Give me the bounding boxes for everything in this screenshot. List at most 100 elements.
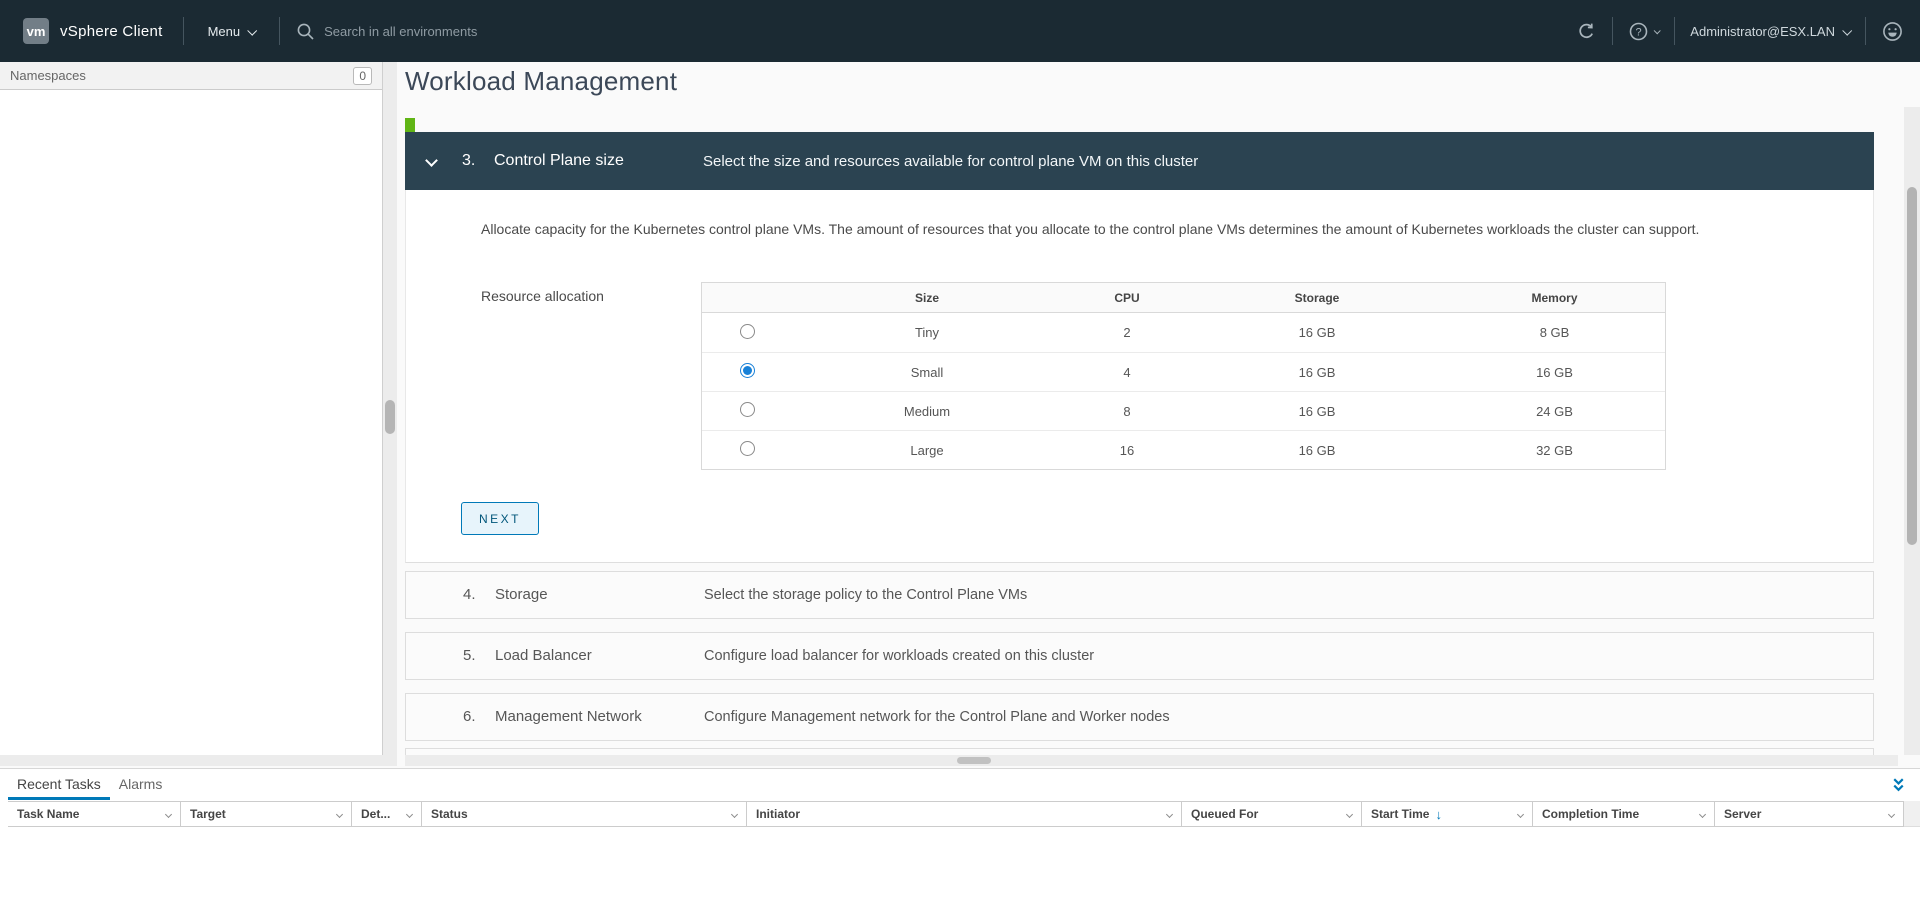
main-hscrollbar-track[interactable] — [405, 755, 1898, 766]
vmware-logo[interactable]: vm — [23, 18, 49, 44]
search-input[interactable] — [324, 23, 605, 39]
collapse-chevron-icon[interactable] — [425, 154, 438, 167]
cell-storage: 16 GB — [1298, 403, 1336, 419]
sidebar-scrollbar-thumb[interactable] — [385, 400, 395, 434]
page-title: Workload Management — [405, 66, 678, 96]
cell-size: Medium — [903, 403, 951, 419]
step-number: 6. — [463, 708, 476, 725]
column-initiator[interactable]: Initiator — [747, 802, 1182, 826]
next-button[interactable]: NEXT — [461, 502, 540, 535]
account-name: Administrator@ESX.LAN — [1690, 23, 1835, 39]
menu-button[interactable]: Menu — [207, 23, 258, 39]
search-icon — [297, 23, 314, 40]
column-label: Completion Time — [1542, 807, 1640, 821]
column-completion-time[interactable]: Completion Time — [1533, 802, 1715, 826]
column-label: Start Time — [1371, 807, 1430, 821]
sidebar-hscrollbar-track[interactable] — [0, 755, 383, 766]
main-hscrollbar-thumb[interactable] — [957, 757, 991, 764]
column-menu-caret-icon[interactable] — [1887, 810, 1896, 818]
radio-cell — [702, 402, 792, 420]
nav-right-group: ? Administrator@ESX.LAN — [1576, 17, 1920, 45]
cell-memory: 8 GB — [1539, 325, 1570, 340]
tasks-tabs: Recent Tasks Alarms — [0, 769, 1920, 800]
namespaces-sidebar: Namespaces 0 — [0, 62, 383, 755]
svg-text:?: ? — [1636, 26, 1642, 38]
column-menu-caret-icon[interactable] — [1165, 810, 1174, 818]
column-status[interactable]: Status — [422, 802, 747, 826]
radio-cell — [702, 323, 792, 342]
refresh-button[interactable] — [1576, 21, 1597, 42]
main-vscrollbar-thumb[interactable] — [1907, 187, 1917, 545]
radio-medium[interactable] — [739, 402, 755, 417]
chevron-down-icon — [1842, 25, 1853, 36]
nav-divider — [1674, 17, 1676, 45]
step-summary: Configure Management network for the Con… — [704, 709, 1170, 725]
help-icon: ? — [1629, 22, 1648, 40]
column-menu-caret-icon[interactable] — [405, 810, 414, 818]
column-target[interactable]: Target — [181, 802, 352, 826]
column-menu-caret-icon[interactable] — [164, 810, 173, 818]
column-menu-caret-icon[interactable] — [1345, 810, 1354, 818]
cell-storage: 16 GB — [1298, 442, 1336, 458]
column-task-name[interactable]: Task Name — [8, 802, 181, 826]
step-summary: Select the storage policy to the Control… — [704, 587, 1028, 603]
double-chevron-down-icon — [1893, 778, 1904, 792]
collapse-panel-button[interactable] — [1890, 776, 1907, 798]
main-vscrollbar-track[interactable] — [1904, 107, 1920, 755]
cell-size: Small — [910, 364, 944, 380]
sidebar-header: Namespaces 0 — [0, 62, 382, 90]
cell-cpu: 4 — [1123, 364, 1131, 380]
nav-divider — [182, 17, 184, 45]
column-start-time[interactable]: Start Time ↓ — [1362, 802, 1533, 826]
column-label: Task Name — [17, 807, 80, 821]
radio-cell — [702, 363, 792, 381]
column-menu-caret-icon[interactable] — [730, 810, 739, 818]
cell-storage: 16 GB — [1298, 364, 1336, 380]
table-row-tiny: Tiny 2 16 GB 8 GB — [702, 313, 1665, 352]
column-menu-caret-icon[interactable] — [1698, 810, 1707, 818]
column-menu-caret-icon[interactable] — [335, 810, 344, 818]
cell-storage: 16 GB — [1298, 325, 1336, 340]
cell-cpu: 16 — [1119, 442, 1135, 458]
step-title: Load Balancer — [495, 647, 592, 664]
menu-label: Menu — [207, 23, 241, 39]
table-row-large: Large 16 16 GB 32 GB — [702, 430, 1665, 469]
radio-tiny[interactable] — [739, 323, 755, 339]
tab-recent-tasks[interactable]: Recent Tasks — [8, 770, 110, 800]
active-step-marker — [405, 118, 415, 132]
column-queued-for[interactable]: Queued For — [1182, 802, 1362, 826]
column-label: Target — [190, 807, 226, 821]
column-header-storage: Storage — [1294, 290, 1340, 305]
column-label: Det... — [361, 807, 391, 821]
column-header-size: Size — [914, 290, 939, 305]
account-menu[interactable]: Administrator@ESX.LAN — [1690, 23, 1853, 39]
tasks-grid-header: Task Name Target Det... Status Initiator Queu… — [8, 801, 1904, 827]
column-label: Initiator — [756, 807, 800, 821]
step-title: Control Plane size — [494, 152, 624, 169]
cell-memory: 24 GB — [1536, 403, 1573, 419]
column-menu-caret-icon[interactable] — [1516, 810, 1525, 818]
column-header-memory: Memory — [1531, 290, 1578, 305]
radio-small[interactable] — [739, 363, 755, 378]
cell-cpu: 2 — [1123, 325, 1131, 340]
step-number: 4. — [463, 586, 476, 603]
step-row-load-balancer[interactable]: 5. Load Balancer Configure load balancer f… — [405, 632, 1874, 680]
step-number: 3. — [462, 152, 476, 169]
step-3-header[interactable]: 3. Control Plane size Select the size an… — [405, 132, 1874, 190]
column-label: Queued For — [1191, 807, 1259, 821]
step-row-management-network[interactable]: 6. Management Network Configure Management… — [405, 693, 1874, 741]
radio-cell — [702, 441, 792, 459]
cell-cpu: 8 — [1123, 403, 1131, 419]
vmware-logo-text: vm — [26, 23, 46, 39]
radio-large[interactable] — [739, 441, 755, 456]
help-menu[interactable]: ? — [1628, 21, 1662, 42]
nav-divider — [1612, 17, 1614, 45]
step-row-storage[interactable]: 4. Storage Select the storage policy to th… — [405, 571, 1874, 619]
column-det[interactable]: Det... — [352, 802, 422, 826]
step-title: Storage — [495, 586, 548, 603]
step-3-body: Allocate capacity for the Kubernetes con… — [405, 190, 1874, 563]
tab-alarms[interactable]: Alarms — [110, 770, 172, 800]
feedback-button[interactable] — [1881, 20, 1904, 43]
column-server[interactable]: Server — [1715, 802, 1904, 826]
step-number: 5. — [463, 647, 476, 664]
